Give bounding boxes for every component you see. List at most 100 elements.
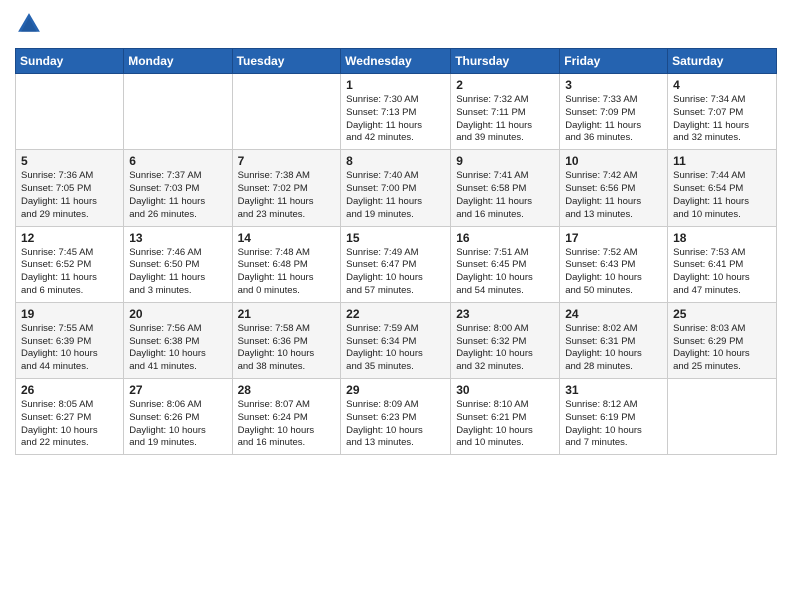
calendar-cell: 28 Sunrise: 8:07 AM Sunset: 6:24 PM Dayli…	[232, 379, 341, 455]
day-info: Sunrise: 7:49 AM Sunset: 6:47 PM Dayligh…	[346, 247, 445, 298]
calendar-cell: 11 Sunrise: 7:44 AM Sunset: 6:54 PM Dayli…	[668, 150, 777, 226]
weekday-header-friday: Friday	[560, 49, 668, 74]
day-info: Sunrise: 7:53 AM Sunset: 6:41 PM Dayligh…	[673, 247, 771, 298]
calendar-cell: 16Sunrise: 7:51 AM Sunset: 6:45 PM Dayli…	[451, 226, 560, 302]
day-info: Sunrise: 7:58 AM Sunset: 6:36 PM Dayligh…	[238, 323, 336, 374]
calendar-cell: 20 Sunrise: 7:56 AM Sunset: 6:38 PM Dayli…	[124, 302, 232, 378]
calendar-cell: 31Sunrise: 8:12 AM Sunset: 6:19 PM Dayli…	[560, 379, 668, 455]
day-number: 8	[346, 154, 445, 168]
day-info: Sunrise: 8:05 AM Sunset: 6:27 PM Dayligh…	[21, 399, 118, 450]
day-number: 21	[238, 307, 336, 321]
day-number: 29	[346, 383, 445, 397]
calendar-cell: 9 Sunrise: 7:41 AM Sunset: 6:58 PM Daylig…	[451, 150, 560, 226]
logo-icon	[15, 10, 43, 38]
calendar-table: SundayMondayTuesdayWednesdayThursdayFrid…	[15, 48, 777, 455]
day-info: Sunrise: 7:34 AM Sunset: 7:07 PM Dayligh…	[673, 94, 771, 145]
calendar-cell: 22 Sunrise: 7:59 AM Sunset: 6:34 PM Dayli…	[341, 302, 451, 378]
calendar-cell: 25 Sunrise: 8:03 AM Sunset: 6:29 PM Dayli…	[668, 302, 777, 378]
day-number: 23	[456, 307, 554, 321]
calendar-week-row: 1 Sunrise: 7:30 AM Sunset: 7:13 PM Daylig…	[16, 74, 777, 150]
day-info: Sunrise: 7:42 AM Sunset: 6:56 PM Dayligh…	[565, 170, 662, 221]
day-number: 13	[129, 231, 226, 245]
page-header	[15, 10, 777, 38]
calendar-week-row: 19 Sunrise: 7:55 AM Sunset: 6:39 PM Dayli…	[16, 302, 777, 378]
logo	[15, 10, 47, 38]
calendar-page: SundayMondayTuesdayWednesdayThursdayFrid…	[0, 0, 792, 470]
day-number: 11	[673, 154, 771, 168]
day-info: Sunrise: 7:40 AM Sunset: 7:00 PM Dayligh…	[346, 170, 445, 221]
calendar-cell: 24 Sunrise: 8:02 AM Sunset: 6:31 PM Dayli…	[560, 302, 668, 378]
calendar-cell: 7Sunrise: 7:38 AM Sunset: 7:02 PM Daylig…	[232, 150, 341, 226]
day-info: Sunrise: 7:51 AM Sunset: 6:45 PM Dayligh…	[456, 247, 554, 298]
calendar-cell: 14 Sunrise: 7:48 AM Sunset: 6:48 PM Dayli…	[232, 226, 341, 302]
day-number: 22	[346, 307, 445, 321]
calendar-cell: 18Sunrise: 7:53 AM Sunset: 6:41 PM Dayli…	[668, 226, 777, 302]
calendar-cell: 8 Sunrise: 7:40 AM Sunset: 7:00 PM Daylig…	[341, 150, 451, 226]
day-number: 24	[565, 307, 662, 321]
day-info: Sunrise: 7:48 AM Sunset: 6:48 PM Dayligh…	[238, 247, 336, 298]
calendar-cell: 2 Sunrise: 7:32 AM Sunset: 7:11 PM Daylig…	[451, 74, 560, 150]
calendar-cell: 5 Sunrise: 7:36 AM Sunset: 7:05 PM Daylig…	[16, 150, 124, 226]
day-info: Sunrise: 7:44 AM Sunset: 6:54 PM Dayligh…	[673, 170, 771, 221]
day-number: 6	[129, 154, 226, 168]
calendar-cell: 23 Sunrise: 8:00 AM Sunset: 6:32 PM Dayli…	[451, 302, 560, 378]
day-number: 26	[21, 383, 118, 397]
calendar-cell: 17Sunrise: 7:52 AM Sunset: 6:43 PM Dayli…	[560, 226, 668, 302]
day-info: Sunrise: 8:06 AM Sunset: 6:26 PM Dayligh…	[129, 399, 226, 450]
day-number: 2	[456, 78, 554, 92]
day-number: 15	[346, 231, 445, 245]
calendar-cell: 1 Sunrise: 7:30 AM Sunset: 7:13 PM Daylig…	[341, 74, 451, 150]
day-info: Sunrise: 7:55 AM Sunset: 6:39 PM Dayligh…	[21, 323, 118, 374]
weekday-header-tuesday: Tuesday	[232, 49, 341, 74]
calendar-cell: 6 Sunrise: 7:37 AM Sunset: 7:03 PM Daylig…	[124, 150, 232, 226]
calendar-cell: 19 Sunrise: 7:55 AM Sunset: 6:39 PM Dayli…	[16, 302, 124, 378]
day-number: 20	[129, 307, 226, 321]
day-number: 9	[456, 154, 554, 168]
day-info: Sunrise: 7:45 AM Sunset: 6:52 PM Dayligh…	[21, 247, 118, 298]
day-info: Sunrise: 7:41 AM Sunset: 6:58 PM Dayligh…	[456, 170, 554, 221]
day-info: Sunrise: 8:03 AM Sunset: 6:29 PM Dayligh…	[673, 323, 771, 374]
day-info: Sunrise: 7:30 AM Sunset: 7:13 PM Dayligh…	[346, 94, 445, 145]
calendar-cell	[668, 379, 777, 455]
day-info: Sunrise: 7:37 AM Sunset: 7:03 PM Dayligh…	[129, 170, 226, 221]
calendar-cell	[124, 74, 232, 150]
day-number: 1	[346, 78, 445, 92]
calendar-cell: 27Sunrise: 8:06 AM Sunset: 6:26 PM Dayli…	[124, 379, 232, 455]
day-number: 28	[238, 383, 336, 397]
weekday-header-saturday: Saturday	[668, 49, 777, 74]
calendar-cell: 12 Sunrise: 7:45 AM Sunset: 6:52 PM Dayli…	[16, 226, 124, 302]
day-info: Sunrise: 7:38 AM Sunset: 7:02 PM Dayligh…	[238, 170, 336, 221]
calendar-cell: 21 Sunrise: 7:58 AM Sunset: 6:36 PM Dayli…	[232, 302, 341, 378]
weekday-header-sunday: Sunday	[16, 49, 124, 74]
weekday-header-thursday: Thursday	[451, 49, 560, 74]
calendar-cell	[232, 74, 341, 150]
day-info: Sunrise: 7:52 AM Sunset: 6:43 PM Dayligh…	[565, 247, 662, 298]
weekday-header-wednesday: Wednesday	[341, 49, 451, 74]
calendar-week-row: 12 Sunrise: 7:45 AM Sunset: 6:52 PM Dayli…	[16, 226, 777, 302]
day-info: Sunrise: 7:32 AM Sunset: 7:11 PM Dayligh…	[456, 94, 554, 145]
calendar-cell: 30Sunrise: 8:10 AM Sunset: 6:21 PM Dayli…	[451, 379, 560, 455]
calendar-cell: 10Sunrise: 7:42 AM Sunset: 6:56 PM Dayli…	[560, 150, 668, 226]
day-info: Sunrise: 8:00 AM Sunset: 6:32 PM Dayligh…	[456, 323, 554, 374]
day-number: 3	[565, 78, 662, 92]
day-info: Sunrise: 8:07 AM Sunset: 6:24 PM Dayligh…	[238, 399, 336, 450]
day-number: 25	[673, 307, 771, 321]
day-number: 4	[673, 78, 771, 92]
day-info: Sunrise: 8:12 AM Sunset: 6:19 PM Dayligh…	[565, 399, 662, 450]
day-info: Sunrise: 8:02 AM Sunset: 6:31 PM Dayligh…	[565, 323, 662, 374]
calendar-week-row: 5 Sunrise: 7:36 AM Sunset: 7:05 PM Daylig…	[16, 150, 777, 226]
calendar-cell: 26 Sunrise: 8:05 AM Sunset: 6:27 PM Dayli…	[16, 379, 124, 455]
day-info: Sunrise: 7:36 AM Sunset: 7:05 PM Dayligh…	[21, 170, 118, 221]
weekday-header-monday: Monday	[124, 49, 232, 74]
calendar-cell: 15 Sunrise: 7:49 AM Sunset: 6:47 PM Dayli…	[341, 226, 451, 302]
day-number: 5	[21, 154, 118, 168]
day-info: Sunrise: 8:09 AM Sunset: 6:23 PM Dayligh…	[346, 399, 445, 450]
calendar-cell	[16, 74, 124, 150]
day-number: 30	[456, 383, 554, 397]
day-number: 12	[21, 231, 118, 245]
calendar-cell: 13Sunrise: 7:46 AM Sunset: 6:50 PM Dayli…	[124, 226, 232, 302]
day-info: Sunrise: 7:59 AM Sunset: 6:34 PM Dayligh…	[346, 323, 445, 374]
day-number: 14	[238, 231, 336, 245]
day-info: Sunrise: 7:56 AM Sunset: 6:38 PM Dayligh…	[129, 323, 226, 374]
day-number: 19	[21, 307, 118, 321]
